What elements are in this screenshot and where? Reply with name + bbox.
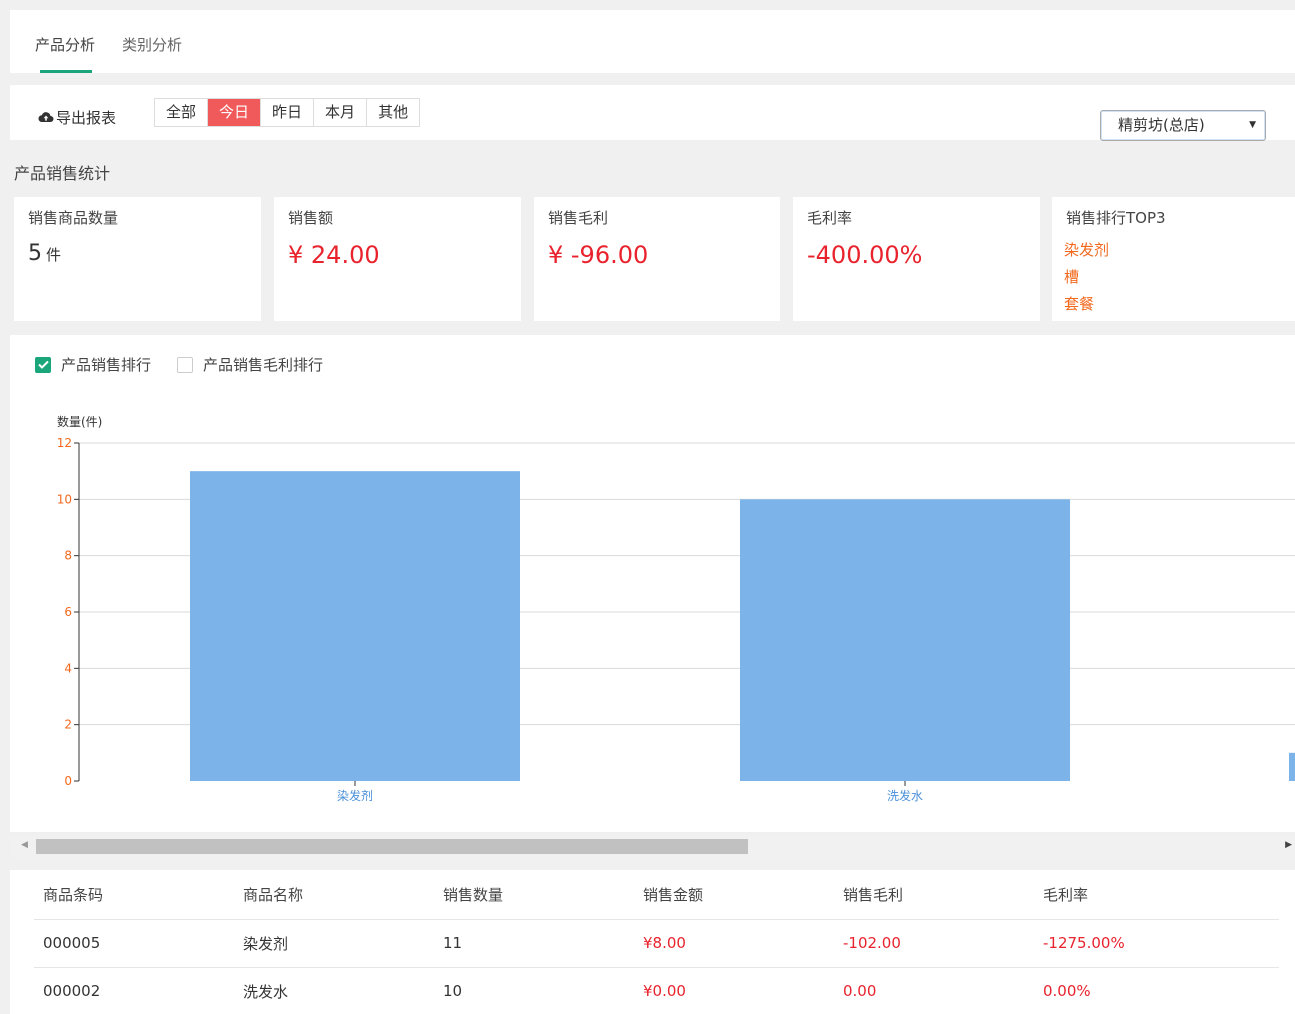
x-tick-label: 洗发水 [887, 788, 923, 803]
cell-margin: -1275.00% [1034, 919, 1279, 968]
export-label: 导出报表 [56, 109, 117, 127]
table-row: 000005 染发剂 11 ¥8.00 -102.00 -1275.00% [34, 919, 1279, 968]
y-axis-label: 数量(件) [57, 414, 102, 429]
cell-profit: 0.00 [834, 967, 1034, 1014]
column-header: 销售数量 [434, 870, 634, 920]
period-other-button[interactable]: 其他 [367, 99, 420, 126]
cell-margin: 0.00% [1034, 967, 1279, 1014]
stat-value: ¥ -96.00 [548, 241, 649, 269]
quantity-value: 5 [28, 241, 42, 266]
bar-2 [740, 499, 1070, 781]
y-tick-label: 4 [64, 661, 72, 675]
sales-ranking-chart: 数量(件) 0 2 4 6 8 10 12 染发剂 洗发水 [57, 414, 1295, 803]
column-header: 销售毛利 [834, 870, 1034, 920]
column-header: 商品名称 [234, 870, 434, 920]
period-this-month-button[interactable]: 本月 [314, 99, 368, 126]
store-select[interactable]: 精剪坊(总店) ▼ [1100, 110, 1266, 141]
cell-amount: ¥0.00 [634, 967, 834, 1014]
quantity-unit: 件 [46, 246, 62, 264]
scrollbar-thumb[interactable] [36, 839, 748, 854]
cloud-upload-icon [38, 109, 56, 127]
top3-item: 套餐 [1064, 295, 1095, 313]
tabs-bar: 产品分析 类别分析 [10, 10, 1295, 73]
stat-card-top3: 销售排行TOP3 染发剂 槽 套餐 [1052, 197, 1295, 321]
scroll-left-arrow-icon[interactable]: ◀ [21, 840, 28, 850]
stat-label: 销售额 [288, 209, 334, 227]
active-tab-indicator [40, 70, 92, 73]
cell-quantity: 11 [434, 919, 634, 968]
tab-category-analysis[interactable]: 类别分析 [122, 34, 182, 55]
stat-card-quantity: 销售商品数量 5件 [14, 197, 261, 321]
period-yesterday-button[interactable]: 昨日 [261, 99, 315, 126]
stat-value: -400.00% [807, 241, 923, 269]
stat-value: ¥ 24.00 [288, 241, 380, 269]
table-header-row: 商品条码 商品名称 销售数量 销售金额 销售毛利 毛利率 [34, 870, 1279, 920]
column-header: 毛利率 [1034, 870, 1279, 920]
cell-barcode: 000005 [34, 919, 234, 968]
period-all-button[interactable]: 全部 [155, 99, 209, 126]
tab-product-analysis[interactable]: 产品分析 [35, 34, 95, 55]
y-tick-label: 6 [64, 605, 72, 619]
y-tick-label: 10 [57, 492, 72, 506]
stat-label: 销售毛利 [548, 209, 609, 227]
cell-name: 洗发水 [234, 967, 434, 1014]
stat-card-gross-profit: 销售毛利 ¥ -96.00 [534, 197, 780, 321]
stat-card-sales-amount: 销售额 ¥ 24.00 [274, 197, 521, 321]
table-row: 000002 洗发水 10 ¥0.00 0.00 0.00% [34, 967, 1279, 1014]
y-tick-label: 8 [64, 549, 72, 563]
chart-panel: 产品销售排行 产品销售毛利排行 数量(件) 0 2 4 6 8 10 12 染发剂 洗发水 [10, 335, 1295, 832]
table-panel: 商品条码 商品名称 销售数量 销售金额 销售毛利 毛利率 000005 染发剂 … [10, 870, 1295, 1014]
stat-label: 毛利率 [807, 209, 853, 227]
top3-item: 槽 [1064, 268, 1080, 286]
bar-1 [190, 471, 520, 781]
cell-quantity: 10 [434, 967, 634, 1014]
store-select-value: 精剪坊(总店) [1118, 116, 1205, 134]
y-tick-label: 12 [57, 436, 72, 450]
stat-label: 销售排行TOP3 [1066, 209, 1166, 227]
scroll-right-arrow-icon[interactable]: ▶ [1285, 840, 1292, 850]
export-report-button[interactable]: 导出报表 [38, 107, 116, 128]
y-tick-label: 0 [64, 774, 72, 788]
product-sales-table: 商品条码 商品名称 销售数量 销售金额 销售毛利 毛利率 000005 染发剂 … [34, 870, 1279, 1014]
bar-partial [1289, 752, 1295, 781]
period-today-button[interactable]: 今日 [208, 99, 262, 126]
cell-barcode: 000002 [34, 967, 234, 1014]
toolbar: 导出报表 全部 今日 昨日 本月 其他 精剪坊(总店) ▼ [10, 85, 1295, 141]
cell-amount: ¥8.00 [634, 919, 834, 968]
y-tick-label: 2 [64, 718, 72, 732]
section-title: 产品销售统计 [14, 164, 111, 183]
top3-list: 染发剂 槽 套餐 [1064, 237, 1109, 318]
cell-profit: -102.00 [834, 919, 1034, 968]
stat-value: 5件 [28, 241, 61, 266]
stat-label: 销售商品数量 [28, 209, 119, 227]
stat-card-margin-rate: 毛利率 -400.00% [793, 197, 1040, 321]
chevron-down-icon: ▼ [1249, 120, 1256, 130]
chart-horizontal-scrollbar[interactable]: ◀ ▶ [10, 836, 1295, 858]
top3-item: 染发剂 [1064, 241, 1110, 259]
period-selector: 全部 今日 昨日 本月 其他 [154, 98, 421, 127]
column-header: 销售金额 [634, 870, 834, 920]
column-header: 商品条码 [34, 870, 234, 920]
x-tick-label: 染发剂 [337, 788, 373, 803]
cell-name: 染发剂 [234, 919, 434, 968]
